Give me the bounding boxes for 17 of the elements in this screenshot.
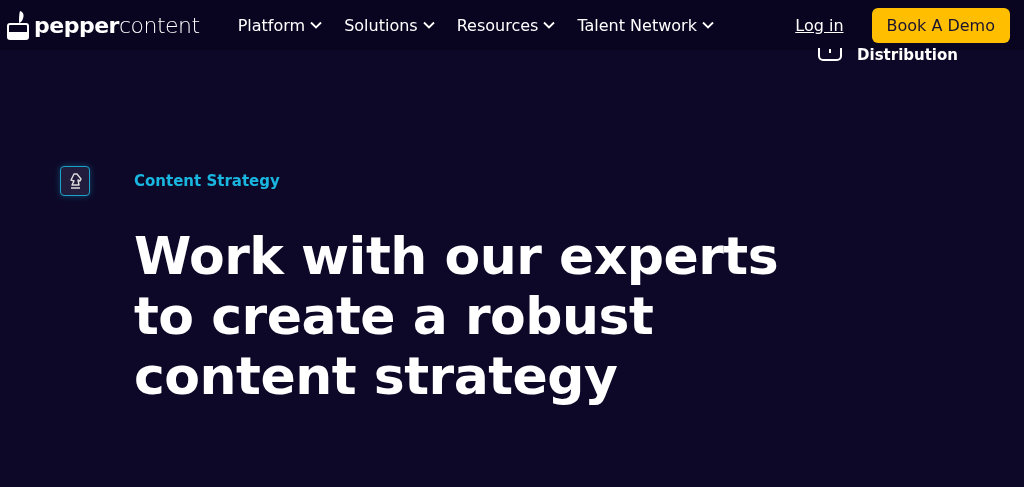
nav-menu-item[interactable]: Solutions — [344, 15, 435, 35]
nav-menu-item[interactable]: Resources — [456, 15, 556, 35]
category-label: Content Strategy — [134, 172, 280, 190]
chevron-down-icon — [701, 21, 714, 29]
menu-item-label[interactable]: Distribution — [857, 46, 958, 64]
logo-wordmark: peppercontent — [34, 12, 200, 38]
chevron-down-icon — [543, 21, 556, 29]
chevron-down-icon — [310, 21, 323, 29]
tray-icon — [817, 48, 844, 62]
ink-pot-icon — [6, 10, 30, 40]
book-demo-button[interactable]: Book A Demo — [871, 7, 1010, 43]
nav-menu-item[interactable]: Talent Network — [577, 15, 714, 35]
logo[interactable]: peppercontent — [6, 10, 200, 40]
login-link[interactable]: Log in — [795, 15, 844, 35]
nav-menu-item[interactable]: Platform — [237, 15, 323, 35]
chevron-down-icon — [422, 21, 435, 29]
hero-heading: Work with our experts to create a robust content strategy — [134, 226, 780, 406]
